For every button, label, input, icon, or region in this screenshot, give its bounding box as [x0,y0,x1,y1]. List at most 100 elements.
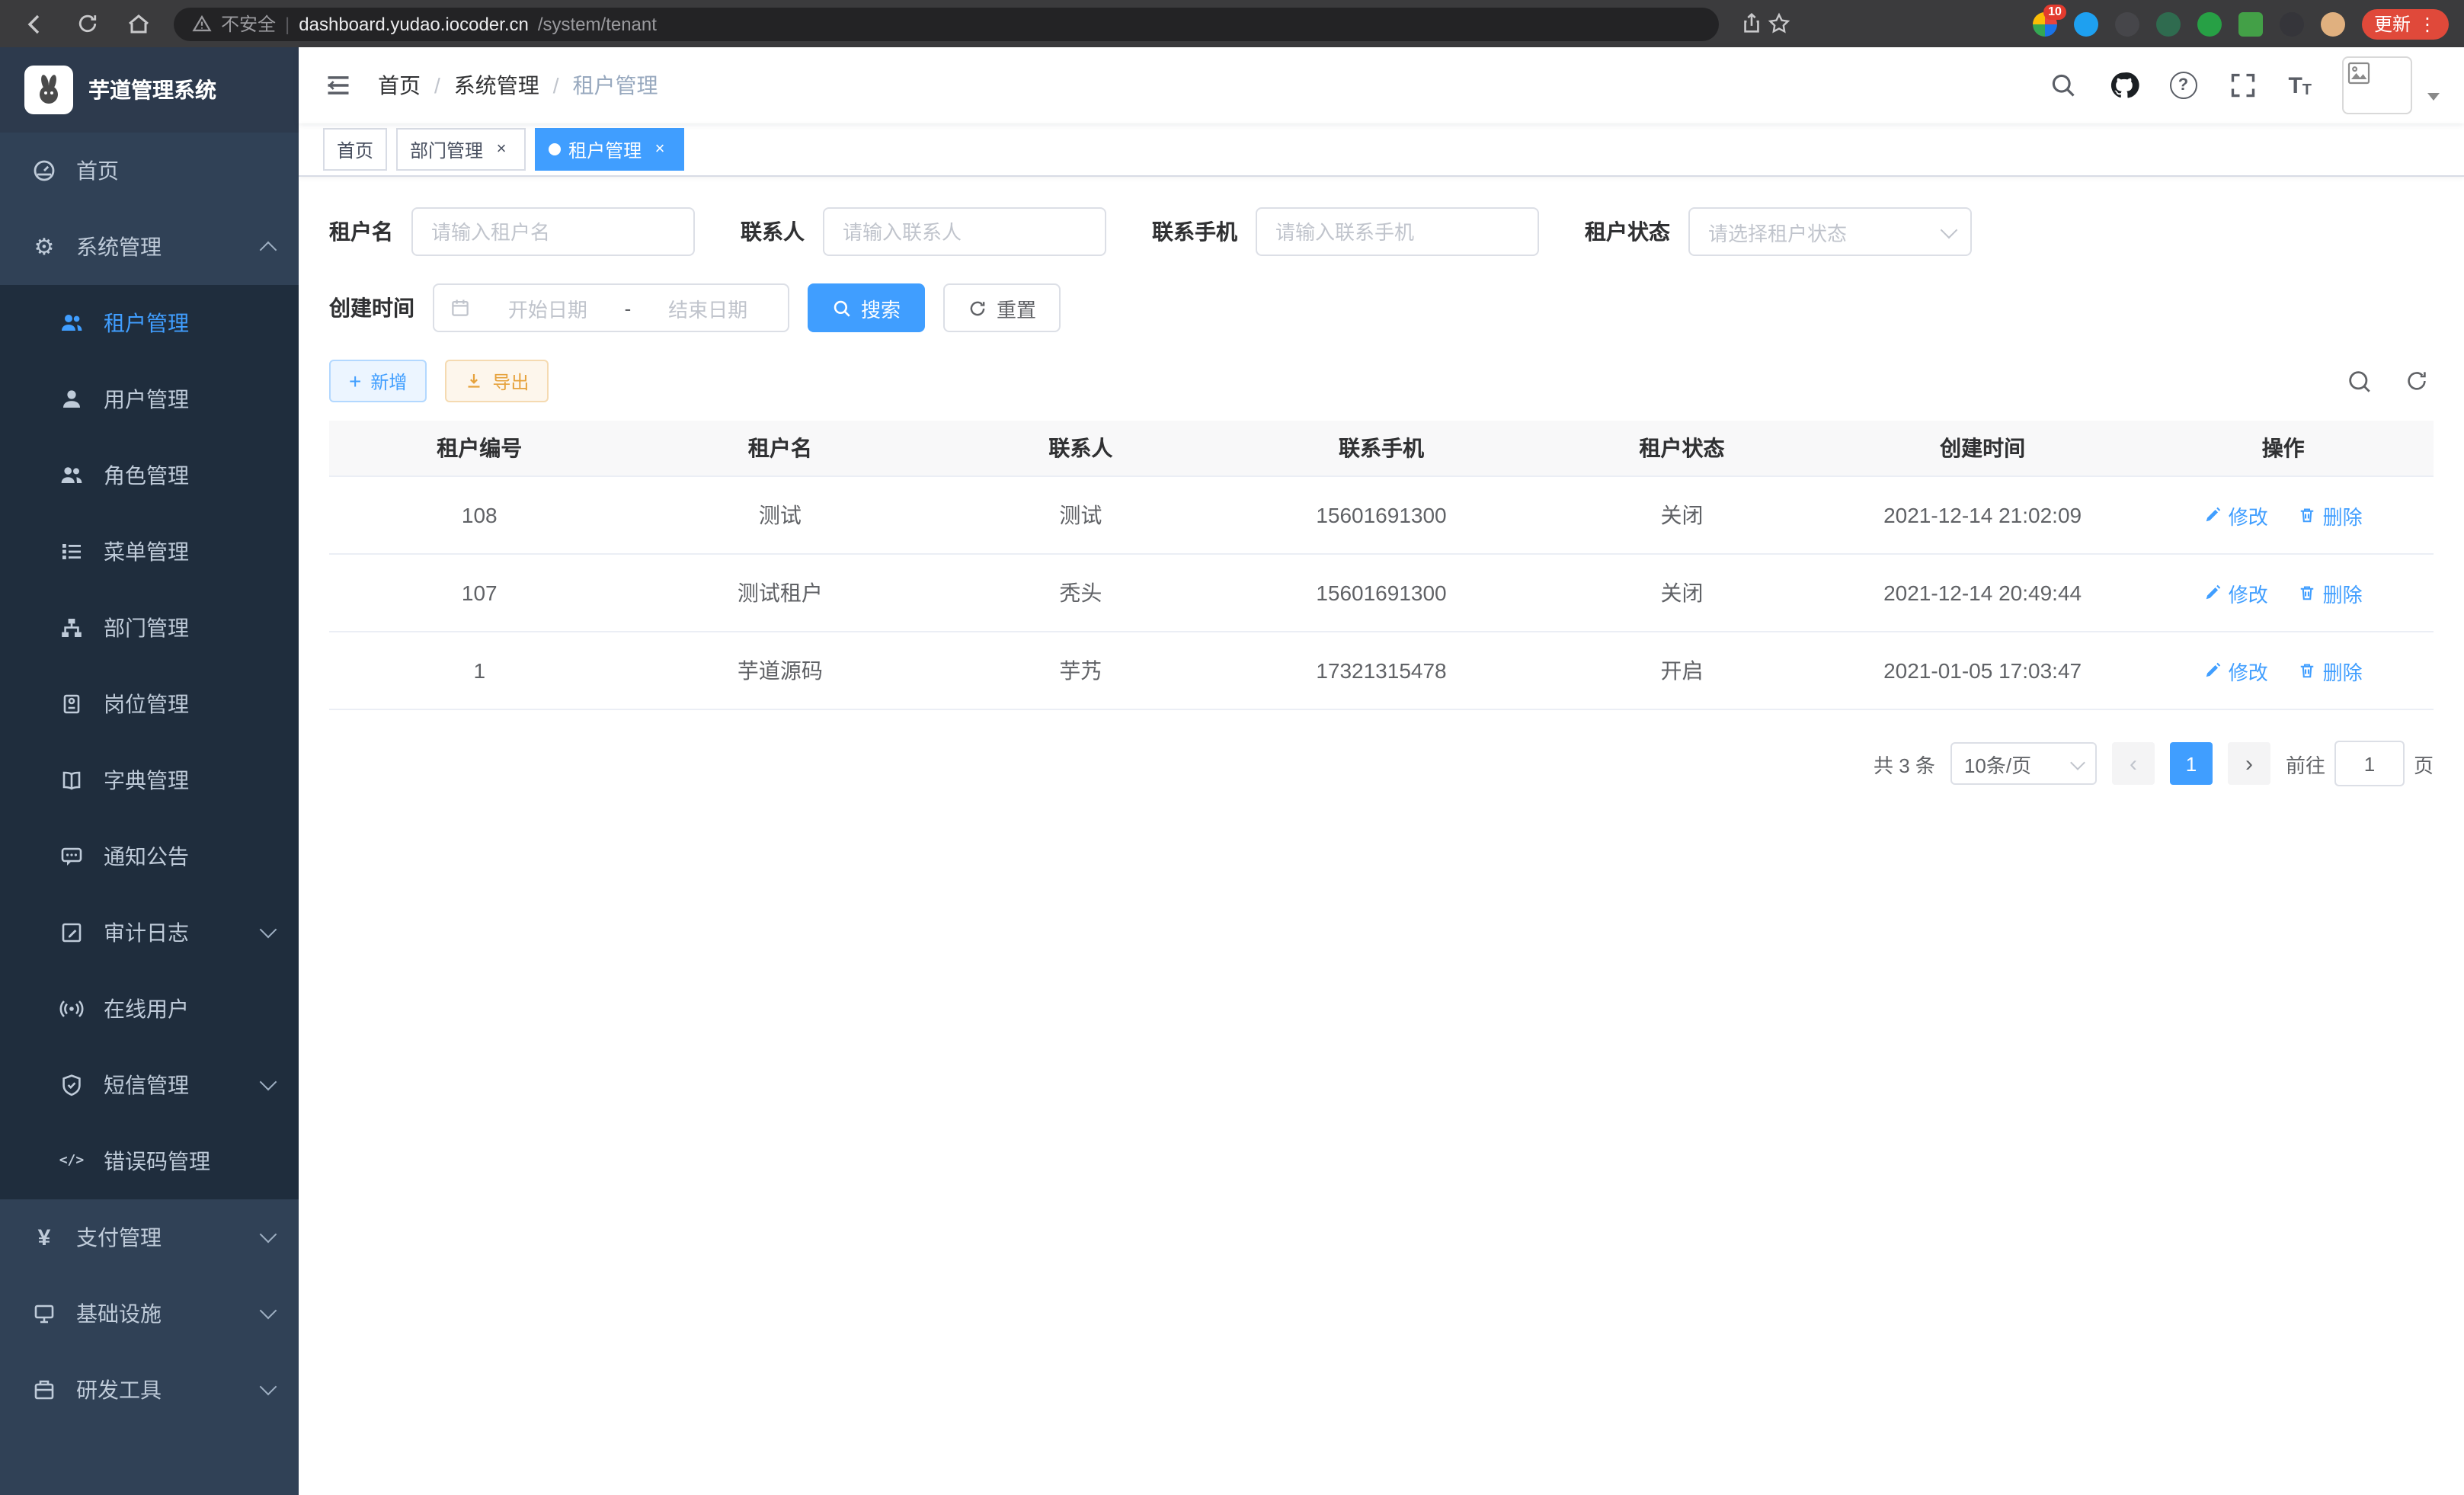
url-path[interactable]: /system/tenant [538,13,657,34]
browser-chrome: 不安全 | dashboard.yudao.iocoder.cn/system/… [0,0,2464,47]
fullscreen-icon[interactable] [2227,70,2258,101]
delete-button[interactable]: 删除 [2299,656,2363,685]
extension-icon-dark-green[interactable] [2156,11,2181,36]
tab-home[interactable]: 首页 [323,128,387,171]
chevron-down-icon [260,921,277,939]
cell-name: 芋道源码 [630,632,931,709]
extension-icon-blue[interactable] [2074,11,2098,36]
sidebar-item-sms-management[interactable]: 短信管理 [0,1047,299,1123]
edit-button[interactable]: 修改 [2204,578,2268,607]
user-avatar[interactable] [2342,56,2412,114]
url-host[interactable]: dashboard.yudao.iocoder.cn [299,13,529,34]
sidebar-item-announcement[interactable]: 通知公告 [0,818,299,895]
extension-badge: 10 [2043,4,2066,19]
tab-close-icon[interactable]: × [491,139,512,160]
table-row: 1 芋道源码 芋艿 17321315478 开启 2021-01-05 17:0… [329,632,2434,709]
font-size-icon[interactable]: TT [2288,72,2312,98]
browser-update-button[interactable]: 更新 ⋮ [2362,8,2449,39]
tab-label: 部门管理 [410,136,483,162]
col-tenant-name: 租户名 [630,421,931,476]
app-title: 芋道管理系统 [88,75,216,105]
sidebar-item-label: 角色管理 [104,460,189,491]
col-tenant-id: 租户编号 [329,421,630,476]
reset-button-label: 重置 [997,293,1036,322]
sidebar-item-payment-management[interactable]: ¥ 支付管理 [0,1199,299,1276]
page-size-select[interactable]: 10条/页 [1950,742,2097,785]
sidebar-item-menu-management[interactable]: 菜单管理 [0,514,299,590]
online-users-icon [58,995,85,1023]
tenant-name-input[interactable] [411,207,695,256]
cell-status: 开启 [1531,632,1832,709]
cell-contact: 秃头 [930,554,1231,632]
extension-icon-green-circle[interactable] [2197,11,2222,36]
security-warning-label[interactable]: 不安全 [221,11,276,37]
date-range-picker[interactable]: 开始日期 - 结束日期 [433,283,789,332]
sidebar-item-online-users[interactable]: 在线用户 [0,971,299,1047]
cell-phone: 17321315478 [1231,632,1532,709]
search-icon[interactable] [2047,70,2078,101]
status-select[interactable]: 请选择租户状态 [1688,207,1972,256]
goto-page-input[interactable] [2334,741,2405,786]
add-button[interactable]: + 新增 [329,360,427,402]
search-button[interactable]: 搜索 [808,283,925,332]
extension-icon-green-square[interactable] [2238,11,2263,36]
contact-input[interactable] [823,207,1106,256]
extension-puzzle-icon[interactable] [2280,11,2304,36]
edit-button[interactable]: 修改 [2204,501,2268,530]
github-icon[interactable] [2108,70,2139,101]
sidebar-item-department-management[interactable]: 部门管理 [0,590,299,666]
address-bar[interactable]: 不安全 | dashboard.yudao.iocoder.cn/system/… [174,7,1719,40]
next-page-button[interactable]: › [2228,742,2270,785]
tenant-name-label: 租户名 [329,216,393,247]
page-number-1[interactable]: 1 [2170,742,2213,785]
refresh-table-icon[interactable] [2400,364,2434,398]
delete-button[interactable]: 删除 [2299,578,2363,607]
sidebar-item-user-management[interactable]: 用户管理 [0,361,299,437]
help-icon[interactable]: ? [2169,72,2197,99]
tab-tenant-management[interactable]: 租户管理 × [535,128,684,171]
download-icon [465,372,483,390]
breadcrumb-system[interactable]: 系统管理 [454,70,539,101]
sidebar-item-home[interactable]: 首页 [0,133,299,209]
users-icon [58,309,85,337]
sidebar-item-label: 短信管理 [104,1070,189,1100]
sidebar-item-system-management[interactable]: ⚙ 系统管理 [0,209,299,285]
reset-button[interactable]: 重置 [943,283,1061,332]
sidebar-item-label: 菜单管理 [104,536,189,567]
sidebar-item-devtools[interactable]: 研发工具 [0,1352,299,1428]
export-button[interactable]: 导出 [445,360,549,402]
avatar-caret-icon[interactable] [2427,92,2440,100]
date-separator: - [625,296,632,319]
toggle-search-icon[interactable] [2342,364,2376,398]
phone-input[interactable] [1256,207,1539,256]
bookmark-star-icon[interactable] [1765,10,1792,37]
cell-actions: 修改 删除 [2133,476,2434,554]
extension-icon-dark-sphere[interactable] [2115,11,2139,36]
sidebar-collapse-icon[interactable] [323,70,354,101]
sidebar-item-infrastructure[interactable]: 基础设施 [0,1276,299,1352]
app-logo[interactable]: 芋道管理系统 [0,47,299,133]
address-divider: | [285,13,290,34]
extension-icon-multicolor[interactable]: 10 [2033,11,2057,36]
back-icon[interactable] [21,10,49,37]
prev-page-button[interactable]: ‹ [2112,742,2155,785]
browser-nav-buttons [21,10,152,37]
home-icon[interactable] [125,10,152,37]
refresh-icon[interactable] [73,10,101,37]
sidebar-item-error-code-management[interactable]: </> 错误码管理 [0,1123,299,1199]
tab-close-icon[interactable]: × [649,139,670,160]
delete-label: 删除 [2323,501,2363,530]
share-icon[interactable] [1737,10,1765,37]
sidebar-item-post-management[interactable]: 岗位管理 [0,666,299,742]
cell-status: 关闭 [1531,476,1832,554]
profile-avatar[interactable] [2321,11,2345,36]
screen: 不安全 | dashboard.yudao.iocoder.cn/system/… [0,0,2464,1495]
tab-department-management[interactable]: 部门管理 × [396,128,526,171]
sidebar-item-tenant-management[interactable]: 租户管理 [0,285,299,361]
delete-button[interactable]: 删除 [2299,501,2363,530]
sidebar-item-dictionary-management[interactable]: 字典管理 [0,742,299,818]
sidebar-item-audit-log[interactable]: 审计日志 [0,895,299,971]
sidebar-item-role-management[interactable]: 角色管理 [0,437,299,514]
edit-button[interactable]: 修改 [2204,656,2268,685]
breadcrumb-home[interactable]: 首页 [378,70,421,101]
